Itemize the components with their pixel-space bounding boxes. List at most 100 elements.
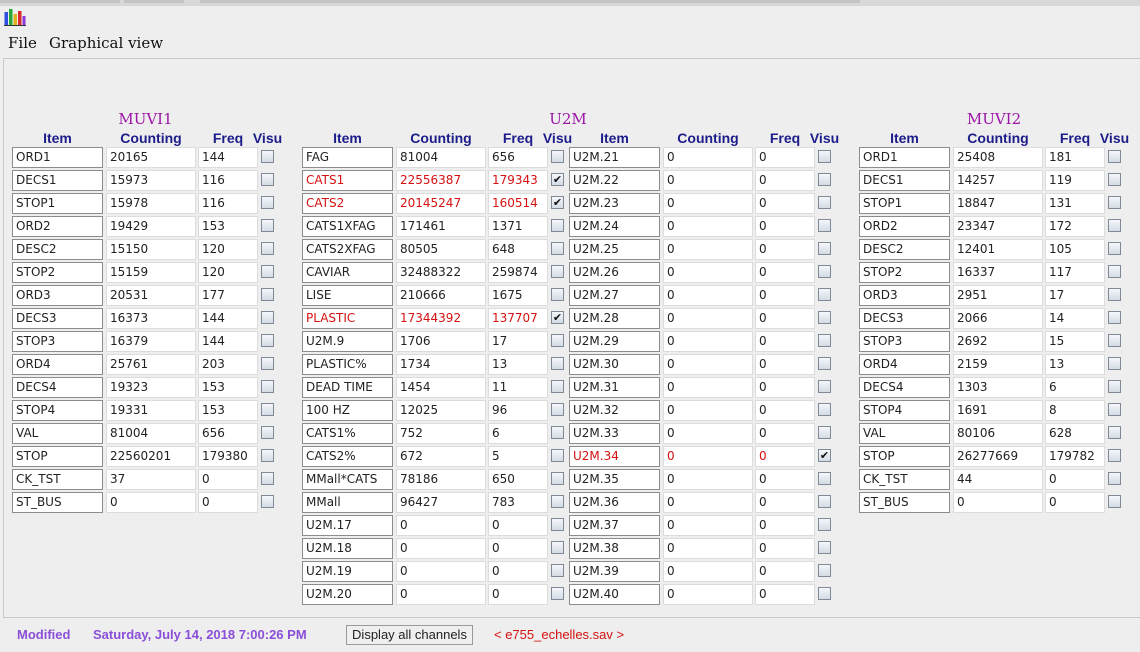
channel-name-cell[interactable]: DECS4	[859, 377, 950, 398]
channel-name-cell[interactable]: U2M.38	[569, 538, 660, 559]
channel-name-cell[interactable]: CK_TST	[12, 469, 103, 490]
channel-name-cell[interactable]: U2M.9	[302, 331, 393, 352]
channel-name-cell[interactable]: ORD2	[12, 216, 103, 237]
channel-name-cell[interactable]: U2M.30	[569, 354, 660, 375]
channel-name-cell[interactable]: U2M.33	[569, 423, 660, 444]
visu-checkbox[interactable]	[818, 150, 831, 163]
channel-name-cell[interactable]: U2M.24	[569, 216, 660, 237]
visu-checkbox[interactable]	[261, 334, 274, 347]
visu-checkbox[interactable]	[1108, 173, 1121, 186]
visu-checkbox[interactable]	[551, 357, 564, 370]
menu-file[interactable]: File	[8, 34, 37, 52]
visu-checkbox[interactable]	[261, 449, 274, 462]
channel-name-cell[interactable]: VAL	[859, 423, 950, 444]
channel-name-cell[interactable]: U2M.32	[569, 400, 660, 421]
visu-checkbox[interactable]	[261, 472, 274, 485]
visu-checkbox[interactable]	[551, 564, 564, 577]
visu-checkbox[interactable]	[818, 334, 831, 347]
visu-checkbox[interactable]	[1108, 265, 1121, 278]
channel-name-cell[interactable]: U2M.29	[569, 331, 660, 352]
visu-checkbox[interactable]	[1108, 150, 1121, 163]
channel-name-cell[interactable]: ORD4	[859, 354, 950, 375]
channel-name-cell[interactable]: STOP3	[859, 331, 950, 352]
channel-name-cell[interactable]: ORD4	[12, 354, 103, 375]
channel-name-cell[interactable]: STOP	[859, 446, 950, 467]
menu-graphical-view[interactable]: Graphical view	[49, 34, 163, 52]
channel-name-cell[interactable]: 100 HZ	[302, 400, 393, 421]
channel-name-cell[interactable]: U2M.25	[569, 239, 660, 260]
visu-checkbox[interactable]: ✔	[551, 196, 564, 209]
channel-name-cell[interactable]: STOP1	[859, 193, 950, 214]
visu-checkbox[interactable]	[1108, 311, 1121, 324]
channel-name-cell[interactable]: U2M.21	[569, 147, 660, 168]
channel-name-cell[interactable]: MMall	[302, 492, 393, 513]
visu-checkbox[interactable]	[818, 357, 831, 370]
visu-checkbox[interactable]	[551, 518, 564, 531]
channel-name-cell[interactable]: U2M.17	[302, 515, 393, 536]
channel-name-cell[interactable]: CATS2XFAG	[302, 239, 393, 260]
channel-name-cell[interactable]: CAVIAR	[302, 262, 393, 283]
channel-name-cell[interactable]: ORD3	[12, 285, 103, 306]
channel-name-cell[interactable]: STOP4	[12, 400, 103, 421]
channel-name-cell[interactable]: ORD1	[12, 147, 103, 168]
visu-checkbox[interactable]	[261, 173, 274, 186]
visu-checkbox[interactable]: ✔	[818, 449, 831, 462]
channel-name-cell[interactable]: CATS1XFAG	[302, 216, 393, 237]
visu-checkbox[interactable]	[551, 380, 564, 393]
channel-name-cell[interactable]: DECS3	[12, 308, 103, 329]
channel-name-cell[interactable]: CK_TST	[859, 469, 950, 490]
visu-checkbox[interactable]	[818, 426, 831, 439]
visu-checkbox[interactable]	[1108, 380, 1121, 393]
visu-checkbox[interactable]	[261, 219, 274, 232]
channel-name-cell[interactable]: U2M.26	[569, 262, 660, 283]
visu-checkbox[interactable]	[818, 196, 831, 209]
visu-checkbox[interactable]	[551, 288, 564, 301]
channel-name-cell[interactable]: U2M.37	[569, 515, 660, 536]
channel-name-cell[interactable]: ST_BUS	[12, 492, 103, 513]
channel-name-cell[interactable]: ORD2	[859, 216, 950, 237]
visu-checkbox[interactable]	[1108, 403, 1121, 416]
channel-name-cell[interactable]: U2M.23	[569, 193, 660, 214]
channel-name-cell[interactable]: DECS4	[12, 377, 103, 398]
visu-checkbox[interactable]	[818, 541, 831, 554]
channel-name-cell[interactable]: U2M.34	[569, 446, 660, 467]
channel-name-cell[interactable]: U2M.27	[569, 285, 660, 306]
visu-checkbox[interactable]	[261, 311, 274, 324]
channel-name-cell[interactable]: DECS1	[859, 170, 950, 191]
channel-name-cell[interactable]: ST_BUS	[859, 492, 950, 513]
visu-checkbox[interactable]	[551, 472, 564, 485]
channel-name-cell[interactable]: MMall*CATS	[302, 469, 393, 490]
channel-name-cell[interactable]: FAG	[302, 147, 393, 168]
visu-checkbox[interactable]	[261, 495, 274, 508]
visu-checkbox[interactable]	[551, 541, 564, 554]
channel-name-cell[interactable]: U2M.28	[569, 308, 660, 329]
channel-name-cell[interactable]: CATS2	[302, 193, 393, 214]
visu-checkbox[interactable]	[261, 426, 274, 439]
visu-checkbox[interactable]	[1108, 495, 1121, 508]
visu-checkbox[interactable]	[261, 357, 274, 370]
channel-name-cell[interactable]: STOP2	[859, 262, 950, 283]
channel-name-cell[interactable]: STOP4	[859, 400, 950, 421]
visu-checkbox[interactable]: ✔	[551, 311, 564, 324]
visu-checkbox[interactable]	[818, 265, 831, 278]
visu-checkbox[interactable]	[818, 242, 831, 255]
visu-checkbox[interactable]	[818, 403, 831, 416]
channel-name-cell[interactable]: CATS2%	[302, 446, 393, 467]
visu-checkbox[interactable]	[551, 495, 564, 508]
channel-name-cell[interactable]: U2M.22	[569, 170, 660, 191]
channel-name-cell[interactable]: U2M.40	[569, 584, 660, 605]
visu-checkbox[interactable]: ✔	[551, 173, 564, 186]
visu-checkbox[interactable]	[261, 288, 274, 301]
channel-name-cell[interactable]: U2M.39	[569, 561, 660, 582]
channel-name-cell[interactable]: PLASTIC	[302, 308, 393, 329]
visu-checkbox[interactable]	[818, 219, 831, 232]
visu-checkbox[interactable]	[818, 564, 831, 577]
channel-name-cell[interactable]: U2M.20	[302, 584, 393, 605]
channel-name-cell[interactable]: U2M.31	[569, 377, 660, 398]
visu-checkbox[interactable]	[1108, 196, 1121, 209]
visu-checkbox[interactable]	[1108, 242, 1121, 255]
visu-checkbox[interactable]	[551, 265, 564, 278]
visu-checkbox[interactable]	[551, 426, 564, 439]
visu-checkbox[interactable]	[818, 288, 831, 301]
visu-checkbox[interactable]	[1108, 426, 1121, 439]
